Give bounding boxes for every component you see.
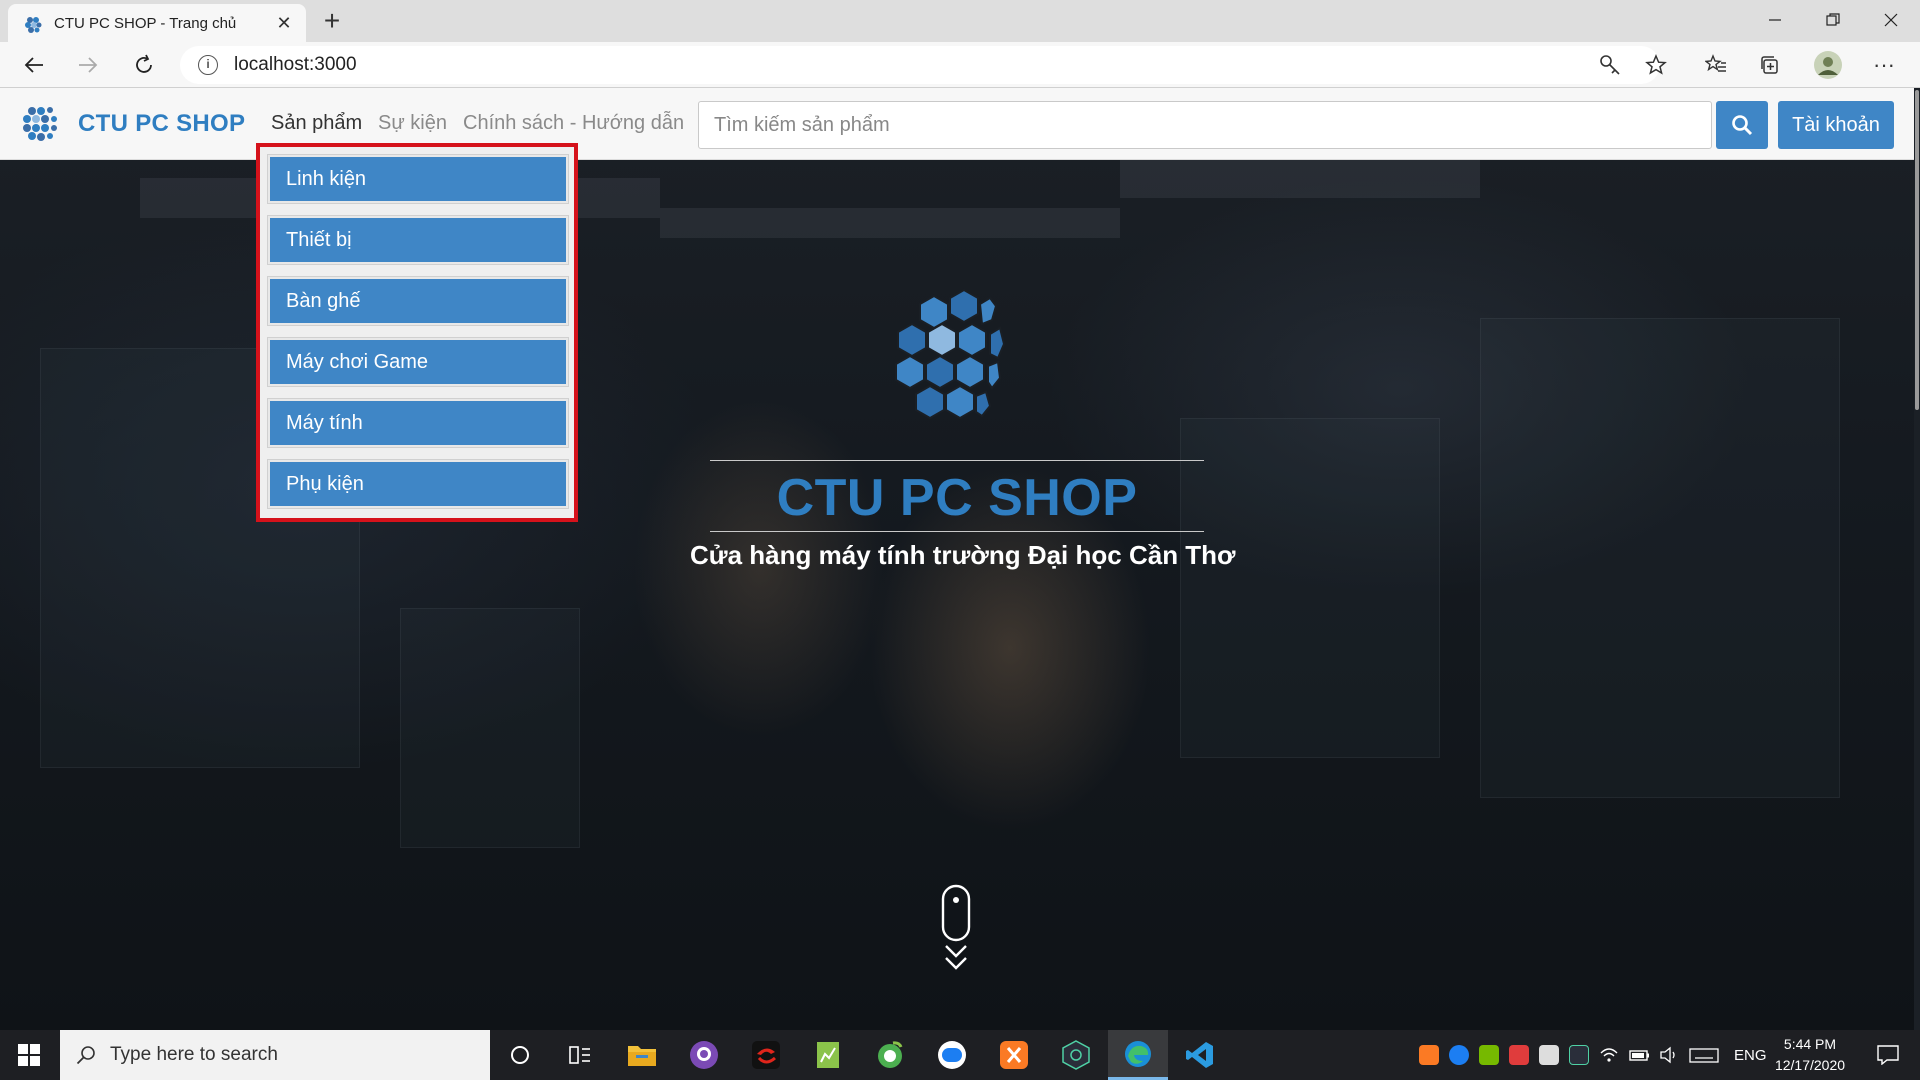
web-page: CTU PC SHOP Sản phẩm Sự kiện Chính sách … bbox=[0, 88, 1920, 1030]
tray-xampp-icon[interactable] bbox=[1419, 1045, 1439, 1065]
search-button[interactable] bbox=[1716, 101, 1768, 149]
notifications-icon[interactable] bbox=[1860, 1035, 1916, 1075]
windows-start-icon[interactable] bbox=[0, 1030, 58, 1080]
key-icon[interactable] bbox=[1592, 47, 1628, 83]
edge-icon[interactable] bbox=[1108, 1030, 1168, 1080]
dropdown-item-furniture[interactable]: Bàn ghế bbox=[267, 276, 569, 326]
brand-home-link[interactable]: CTU PC SHOP bbox=[18, 102, 245, 146]
brand-name: CTU PC SHOP bbox=[78, 110, 246, 137]
favorite-star-icon[interactable] bbox=[1638, 47, 1674, 83]
more-options-icon[interactable]: ··· bbox=[1866, 47, 1902, 83]
scrollbar-thumb[interactable] bbox=[1915, 90, 1919, 410]
coccoc-icon[interactable] bbox=[860, 1035, 920, 1075]
clock-date: 12/17/2020 bbox=[1774, 1057, 1846, 1073]
system-tray: ENG bbox=[1414, 1030, 1767, 1080]
hero-subtitle: Cửa hàng máy tính trường Đại học Cần Thơ bbox=[690, 540, 1236, 570]
collections-icon[interactable] bbox=[1752, 47, 1788, 83]
notepad-icon[interactable] bbox=[798, 1035, 858, 1075]
nox-icon[interactable] bbox=[1046, 1035, 1106, 1075]
dropdown-item-game-consoles[interactable]: Máy chơi Game bbox=[267, 337, 569, 387]
taskbar-clock[interactable]: 5:44 PM 12/17/2020 bbox=[1760, 1034, 1860, 1076]
tab-title: CTU PC SHOP - Trang chủ bbox=[54, 14, 237, 32]
garena-icon[interactable] bbox=[736, 1035, 796, 1075]
wifi-icon[interactable] bbox=[1599, 1045, 1619, 1065]
hero-divider-bottom bbox=[710, 531, 1204, 532]
tab-close-icon[interactable]: ✕ bbox=[274, 13, 294, 33]
close-window-icon[interactable] bbox=[1862, 0, 1920, 40]
hero-title: CTU PC SHOP bbox=[776, 469, 1138, 527]
minimize-icon[interactable] bbox=[1746, 0, 1804, 40]
nav-link-policy-guide[interactable]: Chính sách - Hướng dẫn bbox=[463, 112, 684, 135]
hero-divider-top bbox=[710, 460, 1204, 461]
scroll-down-mouse-icon[interactable] bbox=[940, 884, 972, 974]
xampp-icon[interactable] bbox=[984, 1035, 1044, 1075]
profile-avatar-icon[interactable] bbox=[1810, 47, 1846, 83]
volume-icon[interactable] bbox=[1659, 1045, 1679, 1065]
taskbar-search-placeholder: Type here to search bbox=[110, 1044, 278, 1065]
search-icon bbox=[1732, 115, 1753, 136]
site-info-icon[interactable]: i bbox=[198, 55, 218, 75]
product-search-field[interactable] bbox=[698, 101, 1712, 149]
touch-keyboard-icon[interactable] bbox=[1689, 1045, 1719, 1065]
battery-icon[interactable] bbox=[1629, 1045, 1649, 1065]
brand-logo-icon bbox=[23, 107, 57, 141]
address-url: localhost:3000 bbox=[234, 54, 357, 75]
tray-nox-icon[interactable] bbox=[1569, 1045, 1589, 1065]
hero-logo-icon bbox=[895, 288, 1006, 420]
browser-toolbar: i localhost:3000 ··· bbox=[0, 42, 1920, 88]
product-search-input[interactable] bbox=[714, 113, 1696, 137]
tray-nvidia-icon[interactable] bbox=[1479, 1045, 1499, 1065]
products-dropdown-menu: Linh kiện Thiết bị Bàn ghế Máy chơi Game… bbox=[256, 143, 578, 522]
windows-taskbar: Type here to search ENG 5:44 PM 12/17/20… bbox=[0, 1030, 1920, 1080]
account-button[interactable]: Tài khoản bbox=[1778, 101, 1894, 149]
vscode-icon[interactable] bbox=[1170, 1035, 1230, 1075]
zalo-icon[interactable] bbox=[922, 1035, 982, 1075]
browser-tab[interactable]: CTU PC SHOP - Trang chủ ✕ bbox=[8, 4, 306, 42]
search-icon bbox=[76, 1046, 95, 1065]
tray-security-icon[interactable] bbox=[1539, 1045, 1559, 1065]
site-favicon-icon bbox=[25, 17, 42, 33]
dropdown-item-accessories[interactable]: Phụ kiện bbox=[267, 459, 569, 509]
dropdown-item-computers[interactable]: Máy tính bbox=[267, 398, 569, 448]
nav-link-products[interactable]: Sản phẩm bbox=[271, 112, 362, 135]
browser-tabstrip: CTU PC SHOP - Trang chủ ✕ + bbox=[0, 0, 1920, 42]
restore-icon[interactable] bbox=[1804, 0, 1862, 40]
forward-button[interactable] bbox=[70, 47, 106, 83]
dropdown-item-devices[interactable]: Thiết bị bbox=[267, 215, 569, 265]
taskbar-search-box[interactable]: Type here to search bbox=[60, 1030, 490, 1080]
cortana-icon[interactable] bbox=[490, 1035, 550, 1075]
nav-link-events[interactable]: Sự kiện bbox=[378, 112, 447, 135]
dropdown-item-components[interactable]: Linh kiện bbox=[267, 154, 569, 204]
tray-zalo-icon[interactable] bbox=[1449, 1045, 1469, 1065]
tray-vivaldi-icon[interactable] bbox=[1509, 1045, 1529, 1065]
page-scrollbar[interactable] bbox=[1914, 88, 1920, 1030]
clock-time: 5:44 PM bbox=[1783, 1036, 1837, 1052]
favorites-list-icon[interactable] bbox=[1698, 47, 1734, 83]
address-bar[interactable]: i localhost:3000 bbox=[180, 46, 1660, 84]
refresh-button[interactable] bbox=[126, 47, 162, 83]
new-tab-button[interactable]: + bbox=[316, 6, 348, 38]
task-view-icon[interactable] bbox=[550, 1035, 610, 1075]
github-icon[interactable] bbox=[674, 1035, 734, 1075]
back-button[interactable] bbox=[16, 47, 52, 83]
file-explorer-icon[interactable] bbox=[612, 1035, 672, 1075]
